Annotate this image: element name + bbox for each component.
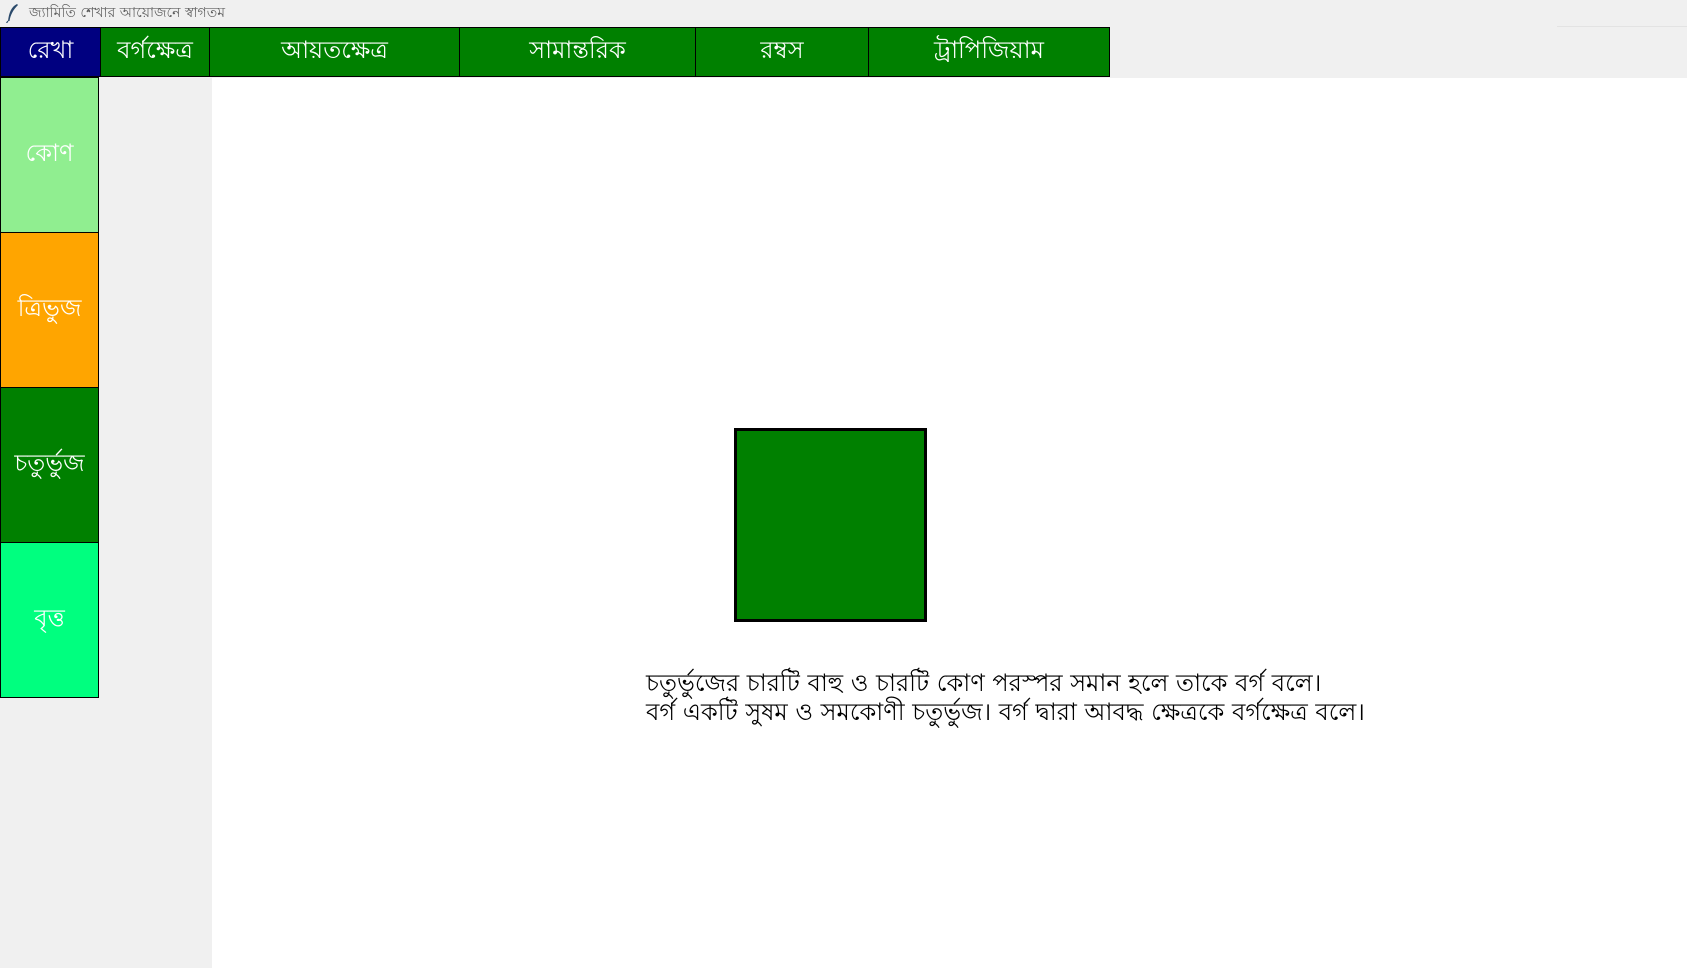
title-bar: জ্যামিতি শেখার আয়োজনে স্বাগতম [0,0,1687,26]
sidebar-item-angle-label: কোণ [25,139,74,167]
tab-trapezium-label: ট্রাপিজিয়াম [934,36,1044,64]
tab-trapezium[interactable]: ট্রাপিজিয়াম [868,27,1110,77]
square-shape [734,428,927,622]
tab-rectangle-label: আয়তক্ষেত্র [281,36,388,64]
sidebar-item-circle-label: বৃত্ত [34,604,65,632]
tab-square-label: বর্গক্ষেত্র [117,36,193,64]
tab-parallelogram[interactable]: সামান্তরিক [459,27,696,77]
tab-parallelogram-label: সামান্তরিক [529,36,626,64]
sidebar-item-quadrilateral[interactable]: চতুর্ভুজ [0,387,99,543]
feather-icon [6,4,18,23]
tab-rhombus[interactable]: রম্বস [695,27,869,77]
sidebar-item-triangle-label: ত্রিভুজ [17,294,82,322]
tab-line-label: রেখা [27,36,74,64]
tab-line[interactable]: রেখা [0,27,101,77]
sidebar-item-triangle[interactable]: ত্রিভুজ [0,232,99,388]
drawing-canvas [212,78,1687,968]
title-bar-divider [1557,26,1687,27]
description-text: চতুর্ভুজের চারটি বাহু ও চারটি কোণ পরস্পর… [646,669,1365,727]
tab-rectangle[interactable]: আয়তক্ষেত্র [209,27,460,77]
window-title: জ্যামিতি শেখার আয়োজনে স্বাগতম [29,5,226,21]
description-line-2: বর্গ একটি সুষম ও সমকোণী চতুর্ভুজ। বর্গ দ… [646,698,1365,726]
tab-rhombus-label: রম্বস [760,36,804,64]
sidebar-item-circle[interactable]: বৃত্ত [0,542,99,698]
description-line-1: চতুর্ভুজের চারটি বাহু ও চারটি কোণ পরস্পর… [646,669,1322,697]
sidebar-item-angle[interactable]: কোণ [0,77,99,233]
tab-square[interactable]: বর্গক্ষেত্র [100,27,210,77]
sidebar-item-quadrilateral-label: চতুর্ভুজ [14,449,85,477]
